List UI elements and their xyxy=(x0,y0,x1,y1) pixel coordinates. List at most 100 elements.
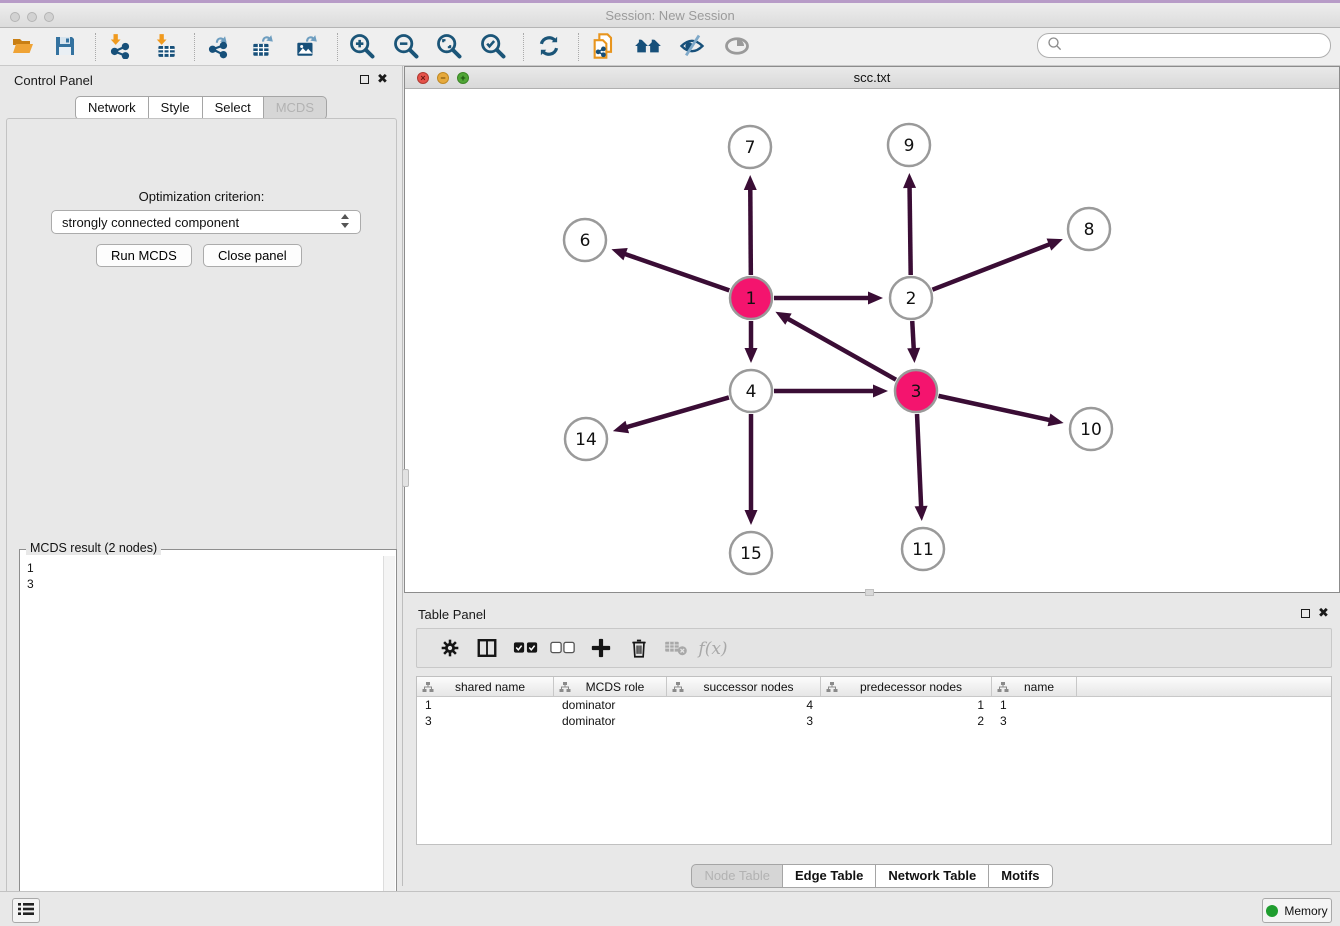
float-panel-icon[interactable] xyxy=(360,75,369,84)
graph-node-1[interactable]: 1 xyxy=(730,277,772,319)
select-all-button[interactable] xyxy=(511,635,541,663)
export-table-button[interactable] xyxy=(247,32,277,62)
table-cell: 3 xyxy=(992,713,1077,729)
float-panel-icon[interactable] xyxy=(1301,609,1310,618)
hide-graphics-button[interactable] xyxy=(677,32,707,62)
graph-edge-3-10[interactable] xyxy=(938,396,1051,421)
graph-edge-3-11[interactable] xyxy=(917,414,921,509)
sort-tree-icon xyxy=(672,681,684,696)
add-column-button[interactable] xyxy=(586,635,616,663)
zoom-selected-icon xyxy=(479,32,507,63)
control-panel-title: Control Panel xyxy=(14,73,93,88)
column-header-MCDS-role[interactable]: MCDS role xyxy=(554,677,667,696)
optimization-criterion-select[interactable]: strongly connected component xyxy=(51,210,361,234)
table-cell: 2 xyxy=(821,713,992,729)
graph-node-2[interactable]: 2 xyxy=(890,277,932,319)
list-icon xyxy=(17,902,35,919)
export-table-icon xyxy=(249,33,275,62)
stylized-eye-icon xyxy=(678,32,706,63)
zoom-selected-button[interactable] xyxy=(478,32,508,62)
graph-node-11[interactable]: 11 xyxy=(902,528,944,570)
zoom-out-button[interactable] xyxy=(391,32,421,62)
dropdown-value: strongly connected component xyxy=(62,215,239,230)
show-graphics-button[interactable] xyxy=(722,32,752,62)
mcds-result-line: 1 xyxy=(27,560,377,576)
graph-node-7[interactable]: 7 xyxy=(729,126,771,168)
graph-edge-2-3[interactable] xyxy=(912,321,914,351)
deselect-all-button[interactable] xyxy=(548,635,578,663)
tab-edge-table[interactable]: Edge Table xyxy=(782,864,876,888)
edge-arrowhead xyxy=(745,510,758,525)
table-row[interactable]: 3dominator323 xyxy=(417,713,1331,729)
save-session-button[interactable] xyxy=(50,32,80,62)
refresh-icon xyxy=(536,33,562,62)
tab-network-table[interactable]: Network Table xyxy=(875,864,989,888)
tab-select[interactable]: Select xyxy=(202,96,264,120)
mcds-result-scrollbar[interactable] xyxy=(383,556,395,925)
tab-network[interactable]: Network xyxy=(75,96,149,120)
tab-mcds[interactable]: MCDS xyxy=(263,96,327,120)
run-mcds-button[interactable]: Run MCDS xyxy=(96,244,192,267)
sort-tree-icon xyxy=(559,681,571,696)
graph-edge-2-9[interactable] xyxy=(910,185,911,275)
table-settings-button[interactable] xyxy=(435,635,465,663)
edge-arrowhead xyxy=(915,506,928,521)
graph-edge-3-1[interactable] xyxy=(786,318,896,380)
node-table-body: 1dominator4113dominator323 xyxy=(417,697,1331,729)
graph-node-9[interactable]: 9 xyxy=(888,124,930,166)
node-label: 7 xyxy=(745,138,756,158)
table-cell: 4 xyxy=(667,697,821,713)
window-title: Session: New Session xyxy=(0,8,1340,23)
mcds-result-list[interactable]: 13 xyxy=(21,556,383,925)
table-panel-header: Table Panel ✖ xyxy=(404,600,1340,628)
tab-motifs[interactable]: Motifs xyxy=(988,864,1052,888)
graph-node-14[interactable]: 14 xyxy=(565,418,607,460)
zoom-in-button[interactable] xyxy=(347,32,377,62)
column-header-predecessor-nodes[interactable]: predecessor nodes xyxy=(821,677,992,696)
copy-network-document-button[interactable] xyxy=(589,32,619,62)
column-header-shared-name[interactable]: shared name xyxy=(417,677,554,696)
refresh-button[interactable] xyxy=(534,32,564,62)
gear-icon xyxy=(440,638,460,661)
delete-column-button[interactable] xyxy=(624,635,654,663)
graph-edge-1-6[interactable] xyxy=(623,253,730,290)
zoom-fit-button[interactable] xyxy=(434,32,464,62)
graph-edge-4-14[interactable] xyxy=(624,397,729,427)
column-header-successor-nodes[interactable]: successor nodes xyxy=(667,677,821,696)
graph-edge-2-8[interactable] xyxy=(932,243,1051,289)
node-label: 9 xyxy=(904,136,915,156)
close-panel-icon[interactable]: ✖ xyxy=(1318,605,1329,621)
vertical-splitter-handle[interactable] xyxy=(402,469,409,487)
memory-button[interactable]: Memory xyxy=(1262,898,1332,923)
task-history-button[interactable] xyxy=(12,898,40,923)
column-header-name[interactable]: name xyxy=(992,677,1077,696)
import-network-button[interactable] xyxy=(105,32,135,62)
tab-style[interactable]: Style xyxy=(148,96,203,120)
graph-node-3[interactable]: 3 xyxy=(895,370,937,412)
column-layout-button[interactable] xyxy=(472,635,502,663)
search-input[interactable] xyxy=(1037,33,1331,58)
graph-node-15[interactable]: 15 xyxy=(730,532,772,574)
close-panel-icon[interactable]: ✖ xyxy=(377,71,388,87)
network-window-titlebar[interactable]: × − + scc.txt xyxy=(405,67,1339,89)
graph-node-10[interactable]: 10 xyxy=(1070,408,1112,450)
save-icon xyxy=(53,34,77,61)
tab-node-table[interactable]: Node Table xyxy=(691,864,783,888)
export-image-button[interactable] xyxy=(291,32,321,62)
table-row[interactable]: 1dominator411 xyxy=(417,697,1331,713)
graph-node-8[interactable]: 8 xyxy=(1068,208,1110,250)
network-canvas[interactable]: 7 9 6 8 1 2 4 3 14 10 15 11 xyxy=(405,89,1339,592)
function-builder-button: f(x) xyxy=(698,635,728,663)
zoom-fit-icon xyxy=(435,32,463,63)
graph-node-4[interactable]: 4 xyxy=(730,370,772,412)
graph-node-6[interactable]: 6 xyxy=(564,219,606,261)
close-panel-button[interactable]: Close panel xyxy=(203,244,302,267)
open-session-button[interactable] xyxy=(8,32,38,62)
first-neighbors-button[interactable] xyxy=(633,32,663,62)
control-panel-header: Control Panel ✖ xyxy=(0,66,402,94)
export-network-button[interactable] xyxy=(203,32,233,62)
export-network-icon xyxy=(205,33,231,62)
horizontal-splitter-handle[interactable] xyxy=(865,589,874,596)
import-table-button[interactable] xyxy=(151,32,181,62)
graph-edge-1-7[interactable] xyxy=(750,187,751,275)
